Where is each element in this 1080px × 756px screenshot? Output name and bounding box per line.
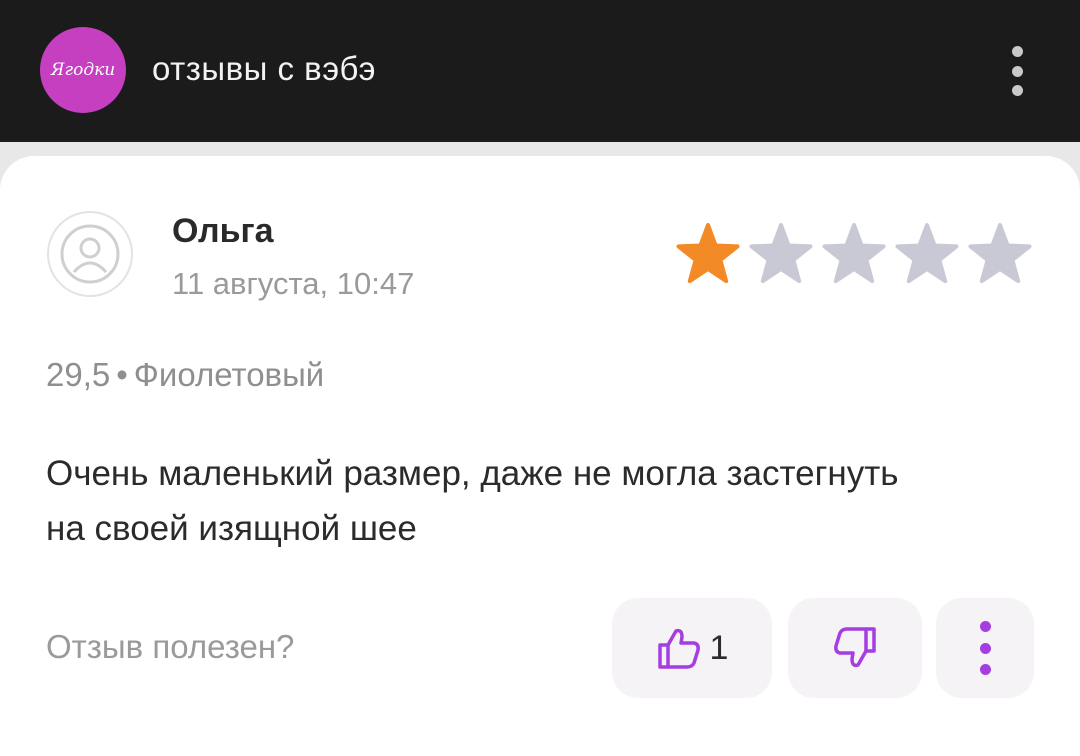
review-author: Ольга (172, 212, 274, 250)
helpful-question: Отзыв полезен? (46, 628, 295, 665)
channel-title[interactable]: отзывы с вэбэ (152, 50, 376, 88)
variant-size: 29,5 (46, 356, 111, 393)
review-more-button[interactable] (936, 598, 1034, 698)
star-empty-icon (749, 223, 813, 284)
thumbs-up-icon (657, 628, 700, 669)
rating-stars (676, 223, 1032, 284)
user-avatar-icon (47, 211, 133, 297)
review-text: Очень маленький размер, даже не могла за… (46, 454, 899, 548)
like-count: 1 (709, 628, 729, 667)
header-more-icon[interactable] (1003, 46, 1031, 96)
star-empty-icon (968, 223, 1032, 284)
app-header: Ягодки отзывы с вэбэ (0, 0, 1080, 142)
star-empty-icon (895, 223, 959, 284)
channel-logo-text: Ягодки (50, 60, 116, 80)
review-date: 11 августа, 10:47 (172, 266, 415, 301)
kebab-menu-icon (978, 621, 992, 675)
variant-color: Фиолетовый (133, 356, 325, 393)
star-empty-icon (822, 223, 886, 284)
like-button[interactable]: 1 (612, 598, 772, 698)
product-variant: 29,5 • Фиолетовый (46, 356, 324, 394)
star-filled-icon (676, 223, 740, 284)
channel-avatar[interactable]: Ягодки (40, 27, 126, 113)
dislike-button[interactable] (788, 598, 922, 698)
variant-separator: • (116, 356, 128, 393)
thumbs-down-icon (834, 627, 876, 668)
